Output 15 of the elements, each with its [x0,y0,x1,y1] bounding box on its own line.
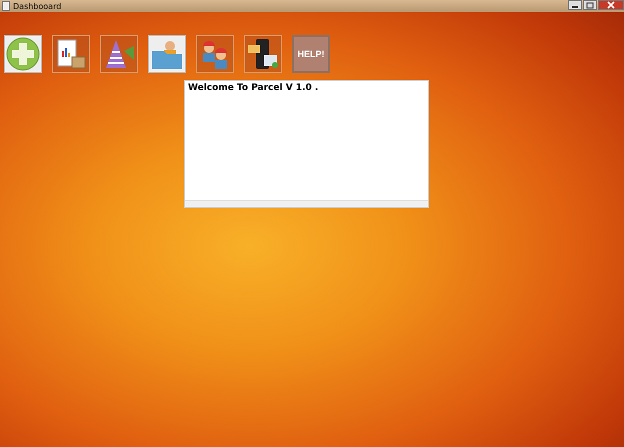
app-icon [2,1,10,11]
phone-message-button[interactable] [244,35,282,73]
maximize-icon [586,2,594,8]
party-hat-button[interactable] [100,35,138,73]
maximize-button[interactable] [583,0,597,10]
window-title: Dashbooard [13,2,62,10]
close-icon [607,1,615,9]
welcome-message: Welcome To Parcel V 1.0 . [187,82,320,95]
workers-button[interactable] [196,35,234,73]
help-button[interactable]: HELP! [292,35,330,73]
horizontal-scrollbar[interactable] [185,200,428,207]
close-button[interactable] [598,0,624,10]
report-button[interactable] [52,35,90,73]
add-button[interactable] [4,35,42,73]
minimize-button[interactable] [568,0,582,10]
